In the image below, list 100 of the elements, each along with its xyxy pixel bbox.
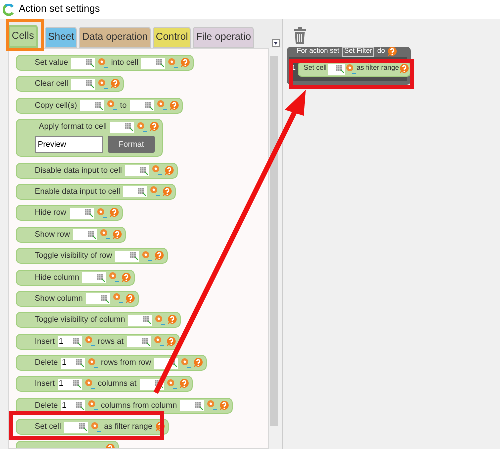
- cell-picker-icon[interactable]: [95, 102, 104, 110]
- input-field[interactable]: [128, 314, 152, 326]
- input-field[interactable]: [110, 122, 134, 133]
- help-icon[interactable]: [181, 58, 190, 68]
- help-icon[interactable]: [163, 186, 172, 197]
- dropdown-icon[interactable]: [166, 378, 177, 390]
- preview-field[interactable]: Preview: [35, 136, 103, 154]
- action-block[interactable]: Insert 1 columns at: [16, 376, 193, 392]
- dropdown-icon[interactable]: [85, 378, 96, 390]
- action-block[interactable]: Enable data input to cell: [16, 184, 176, 200]
- input-field[interactable]: [64, 422, 88, 433]
- tab[interactable]: Control: [152, 27, 192, 48]
- dropdown-icon[interactable]: [346, 64, 356, 74]
- tab[interactable]: Cells: [8, 25, 38, 48]
- action-block[interactable]: Clear cell: [16, 76, 124, 92]
- input-field[interactable]: [71, 78, 96, 90]
- input-field[interactable]: [71, 58, 96, 68]
- dropdown-icon[interactable]: [156, 100, 167, 112]
- dropdown-icon[interactable]: [98, 78, 108, 90]
- cell-picker-icon[interactable]: [156, 59, 164, 67]
- input-field[interactable]: [123, 186, 148, 198]
- help-icon[interactable]: [194, 358, 204, 368]
- input-field[interactable]: 1: [58, 378, 82, 390]
- cell-picker-icon[interactable]: [125, 123, 134, 132]
- cell-picker-icon[interactable]: [336, 65, 344, 73]
- action-block[interactable]: Insert 1 rows at: [16, 334, 180, 350]
- input-field[interactable]: [73, 229, 98, 240]
- help-icon[interactable]: [220, 400, 230, 411]
- action-block[interactable]: Hide row: [16, 205, 123, 222]
- dropdown-icon[interactable]: [207, 400, 218, 412]
- cell-picker-icon[interactable]: [144, 102, 153, 110]
- tab[interactable]: File operatio: [193, 27, 254, 48]
- format-button[interactable]: Format: [108, 136, 155, 154]
- input-field[interactable]: [115, 250, 140, 262]
- trash-icon[interactable]: [293, 27, 307, 44]
- help-icon[interactable]: [110, 208, 119, 218]
- action-block[interactable]: Show column: [16, 290, 140, 307]
- dropdown-icon[interactable]: [88, 358, 98, 369]
- input-field[interactable]: 1: [58, 336, 82, 348]
- action-block[interactable]: Apply format to cell Preview Format: [16, 119, 164, 158]
- input-field[interactable]: 1: [61, 358, 86, 369]
- input-field[interactable]: [82, 272, 106, 284]
- dropdown-icon[interactable]: [88, 400, 98, 412]
- input-field[interactable]: [80, 100, 104, 112]
- help-icon[interactable]: [166, 336, 176, 347]
- cell-picker-icon[interactable]: [76, 359, 84, 368]
- cell-picker-icon[interactable]: [101, 294, 110, 303]
- cell-picker-icon[interactable]: [195, 402, 204, 410]
- dropdown-icon[interactable]: [155, 314, 166, 326]
- input-field[interactable]: [125, 165, 150, 176]
- cell-picker-icon[interactable]: [97, 274, 106, 282]
- tab[interactable]: Data operation: [79, 27, 151, 48]
- tab-scroll-button[interactable]: [272, 39, 280, 47]
- cell-picker-icon[interactable]: [86, 59, 94, 67]
- input-field[interactable]: 1: [61, 400, 86, 412]
- input-field[interactable]: [180, 400, 204, 412]
- dropdown-icon[interactable]: [107, 100, 118, 112]
- help-icon[interactable]: [165, 166, 174, 176]
- dropdown-icon[interactable]: [91, 422, 102, 433]
- help-icon[interactable]: [126, 294, 136, 304]
- cell-picker-icon[interactable]: [154, 380, 163, 388]
- cell-picker-icon[interactable]: [86, 80, 94, 88]
- help-icon[interactable]: [388, 47, 398, 57]
- dropdown-icon[interactable]: [96, 208, 107, 219]
- help-icon[interactable]: [150, 122, 160, 132]
- input-field[interactable]: [328, 64, 345, 74]
- cell-picker-icon[interactable]: [76, 402, 84, 410]
- action-block[interactable]: Set value into cell: [16, 55, 194, 71]
- action-block[interactable]: Toggle visibility of column: [16, 312, 182, 328]
- action-block[interactable]: Delete 1 columns from column: [16, 398, 234, 414]
- dropdown-icon[interactable]: [154, 336, 164, 348]
- help-icon[interactable]: [168, 315, 178, 326]
- help-icon[interactable]: [180, 379, 189, 390]
- cell-picker-icon[interactable]: [143, 316, 152, 324]
- action-block[interactable]: Copy cell(s) to: [16, 98, 183, 114]
- dropdown-icon[interactable]: [152, 165, 162, 176]
- action-block[interactable]: Disable data input to cell: [16, 162, 178, 179]
- action-block[interactable]: Set cell as filter range: [16, 419, 169, 436]
- dropdown-icon[interactable]: [150, 186, 160, 198]
- input-field[interactable]: [141, 58, 166, 68]
- action-block[interactable]: Toggle visibility of row: [16, 248, 168, 264]
- help-icon[interactable]: [113, 230, 122, 240]
- help-icon[interactable]: [155, 251, 164, 262]
- cell-picker-icon[interactable]: [73, 338, 82, 346]
- dropdown-icon[interactable]: [98, 58, 108, 68]
- cell-picker-icon[interactable]: [138, 188, 146, 196]
- dropdown-icon[interactable]: [109, 272, 120, 284]
- cell-picker-icon[interactable]: [130, 252, 138, 260]
- cell-picker-icon[interactable]: [84, 209, 93, 218]
- dropdown-icon[interactable]: [168, 58, 178, 68]
- input-field[interactable]: [70, 208, 94, 219]
- dropdown-icon[interactable]: [85, 336, 96, 348]
- input-field[interactable]: [86, 293, 110, 304]
- input-field[interactable]: [126, 336, 151, 348]
- cell-picker-icon[interactable]: [140, 166, 148, 175]
- cell-picker-icon[interactable]: [142, 338, 150, 346]
- dropdown-icon[interactable]: [181, 358, 192, 369]
- help-icon[interactable]: [400, 64, 410, 74]
- help-icon[interactable]: [122, 272, 132, 283]
- help-icon[interactable]: [111, 79, 120, 90]
